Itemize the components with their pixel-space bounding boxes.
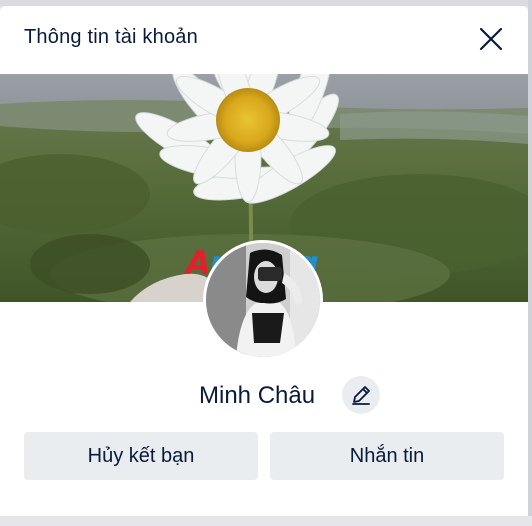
dialog-footer-edge xyxy=(0,516,532,526)
pencil-icon xyxy=(352,386,370,405)
avatar[interactable] xyxy=(203,240,323,360)
dialog-title: Thông tin tài khoản xyxy=(24,26,198,48)
message-button[interactable]: Nhắn tin xyxy=(270,432,504,480)
unfriend-button[interactable]: Hủy kết bạn xyxy=(24,432,258,480)
edit-name-button[interactable] xyxy=(342,376,380,414)
profile-name: Minh Châu xyxy=(199,382,316,409)
close-icon xyxy=(479,27,503,51)
account-info-dialog: Thông tin tài khoản A Minh Châu Hủy kết … xyxy=(0,6,528,516)
profile-name-row: Minh Châu xyxy=(0,376,528,416)
dialog-header: Thông tin tài khoản xyxy=(0,6,528,74)
scrollbar-track xyxy=(528,0,532,526)
close-button[interactable] xyxy=(474,22,508,56)
